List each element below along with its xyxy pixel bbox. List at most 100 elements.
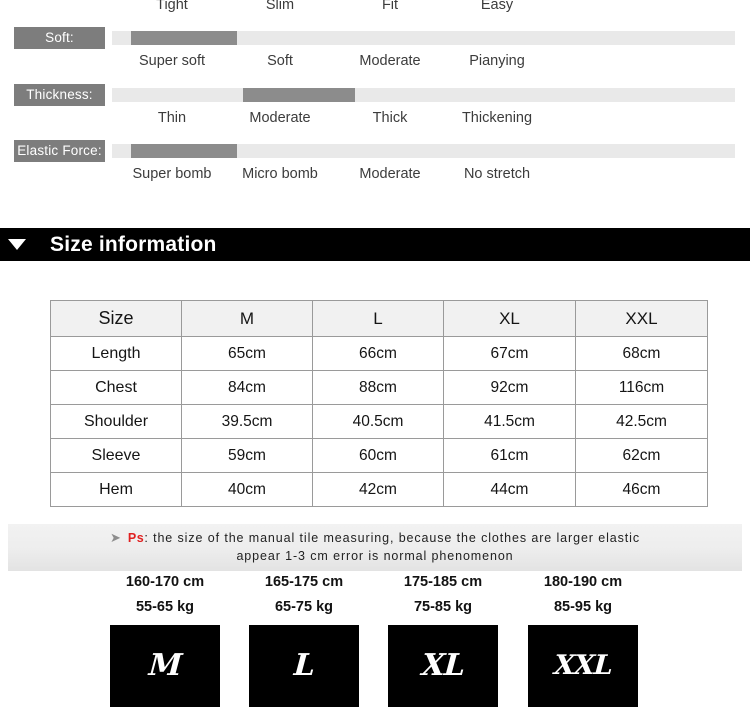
attribute-tick-labels: Super soft Soft Moderate Pianying — [112, 49, 750, 73]
size-card-weight: 65-75 kg — [274, 599, 334, 615]
table-header-cell: Size — [50, 300, 182, 337]
table-cell: 42.5cm — [575, 404, 708, 439]
size-card: 165-175 cm 65-75 kg L — [224, 572, 384, 707]
table-cell: 46cm — [575, 472, 708, 507]
attribute-tick-label: Thickening — [461, 110, 533, 126]
table-header-cell: XL — [443, 300, 576, 337]
table-cell: 62cm — [575, 438, 708, 473]
size-card: 180-190 cm 85-95 kg XXL — [503, 572, 663, 707]
attribute-tick-label: No stretch — [463, 166, 531, 182]
attribute-tick-label: Tight — [156, 0, 188, 13]
attribute-marker[interactable] — [130, 31, 237, 45]
ps-tag: Ps — [127, 531, 145, 545]
attribute-tick-label: Thin — [157, 110, 187, 126]
table-cell: 88cm — [312, 370, 444, 405]
size-badge-letter: M — [147, 648, 183, 683]
size-card-height: 175-185 cm — [403, 574, 483, 590]
size-badge: XXL — [528, 625, 638, 707]
table-header-row: Size M L XL XXL — [50, 300, 708, 337]
attribute-tick-label: Soft — [267, 53, 293, 69]
table-cell: 41.5cm — [443, 404, 576, 439]
attribute-label: Elastic Force: — [14, 140, 105, 162]
ps-note: ➤ Ps: the size of the manual tile measuri… — [8, 524, 742, 571]
table-cell: 40.5cm — [312, 404, 444, 439]
attribute-tick-label: Thick — [372, 110, 408, 126]
attribute-tick-label: Moderate — [249, 110, 311, 126]
table-cell: 42cm — [312, 472, 444, 507]
size-card-height: 180-190 cm — [543, 574, 623, 590]
table-cell: 92cm — [443, 370, 576, 405]
size-badge: XL — [388, 625, 498, 707]
table-row-label: Length — [50, 336, 182, 371]
attribute-row-soft: Soft: Super soft Soft Moderate Pianying — [0, 27, 750, 83]
size-card-height: 160-170 cm — [125, 574, 205, 590]
attribute-tick-labels: Super bomb Micro bomb Moderate No stretc… — [112, 162, 750, 186]
ps-note-text-1: : the size of the manual tile measuring,… — [144, 531, 640, 545]
table-cell: 40cm — [181, 472, 313, 507]
size-table: Size M L XL XXL Length 65cm 66cm 67cm 68… — [50, 300, 708, 507]
attribute-tick-label: Super soft — [138, 53, 206, 69]
attribute-row-thickness: Thickness: Thin Moderate Thick Thickenin… — [0, 84, 750, 140]
table-header-cell: M — [181, 300, 313, 337]
attribute-marker[interactable] — [242, 88, 355, 102]
attribute-label: Soft: — [14, 27, 105, 49]
table-cell: 84cm — [181, 370, 313, 405]
ps-note-line-2: appear 1-3 cm error is normal phenomenon — [236, 549, 514, 563]
size-card-weight: 55-65 kg — [135, 599, 195, 615]
arrow-right-icon: ➤ — [110, 530, 122, 545]
table-cell: 44cm — [443, 472, 576, 507]
attribute-tick-label: Micro bomb — [242, 166, 318, 182]
table-row-label: Hem — [50, 472, 182, 507]
table-row: Shoulder 39.5cm 40.5cm 41.5cm 42.5cm — [50, 404, 708, 439]
size-badge-letter: L — [292, 648, 316, 683]
table-row: Hem 40cm 42cm 44cm 46cm — [50, 472, 708, 507]
table-row: Length 65cm 66cm 67cm 68cm — [50, 336, 708, 371]
size-badge: L — [249, 625, 359, 707]
attribute-tick-labels: Tight Slim Fit Easy — [112, 0, 750, 17]
table-cell: 66cm — [312, 336, 444, 371]
attribute-label: Thickness: — [14, 84, 105, 106]
table-row-label: Shoulder — [50, 404, 182, 439]
attribute-tick-label: Moderate — [359, 53, 421, 69]
attribute-tick-labels: Thin Moderate Thick Thickening — [112, 106, 750, 130]
attribute-tick-label: Pianying — [469, 53, 525, 69]
table-cell: 61cm — [443, 438, 576, 473]
size-badge-letter: XL — [420, 648, 466, 683]
size-card-weight: 85-95 kg — [553, 599, 613, 615]
attribute-tick-label: Easy — [480, 0, 514, 13]
size-card-weight: 75-85 kg — [413, 599, 473, 615]
size-badge-letter: XXL — [552, 650, 614, 681]
table-cell: 60cm — [312, 438, 444, 473]
table-header-cell: XXL — [575, 300, 708, 337]
ps-note-line-1: ➤ Ps: the size of the manual tile measuri… — [8, 530, 742, 546]
size-information-banner[interactable]: Size information — [0, 228, 750, 263]
attribute-tick-label: Fit — [381, 0, 399, 13]
attribute-row-elastic-force: Elastic Force: Super bomb Micro bomb Mod… — [0, 140, 750, 196]
table-row-label: Sleeve — [50, 438, 182, 473]
size-table-container: Size M L XL XXL Length 65cm 66cm 67cm 68… — [50, 300, 708, 507]
table-cell: 59cm — [181, 438, 313, 473]
size-card: 175-185 cm 75-85 kg XL — [363, 572, 523, 707]
triangle-down-icon[interactable] — [8, 239, 26, 250]
attribute-track[interactable] — [112, 144, 735, 158]
attribute-track[interactable] — [112, 31, 735, 45]
table-header-cell: L — [312, 300, 444, 337]
attribute-marker[interactable] — [130, 144, 237, 158]
attribute-tick-label: Moderate — [359, 166, 421, 182]
attribute-track[interactable] — [112, 88, 735, 102]
table-cell: 116cm — [575, 370, 708, 405]
table-cell: 67cm — [443, 336, 576, 371]
table-row: Sleeve 59cm 60cm 61cm 62cm — [50, 438, 708, 473]
table-cell: 68cm — [575, 336, 708, 371]
size-badge: M — [110, 625, 220, 707]
size-cards: 160-170 cm 55-65 kg M 165-175 cm 65-75 k… — [0, 572, 750, 710]
attribute-row-fit: Tight Slim Fit Easy — [0, 0, 750, 27]
attribute-sliders: Tight Slim Fit Easy Soft: Super soft Sof… — [0, 0, 750, 195]
attribute-tick-label: Super bomb — [132, 166, 212, 182]
table-cell: 65cm — [181, 336, 313, 371]
table-row: Chest 84cm 88cm 92cm 116cm — [50, 370, 708, 405]
table-row-label: Chest — [50, 370, 182, 405]
size-card-height: 165-175 cm — [264, 574, 344, 590]
table-cell: 39.5cm — [181, 404, 313, 439]
size-card: 160-170 cm 55-65 kg M — [85, 572, 245, 707]
